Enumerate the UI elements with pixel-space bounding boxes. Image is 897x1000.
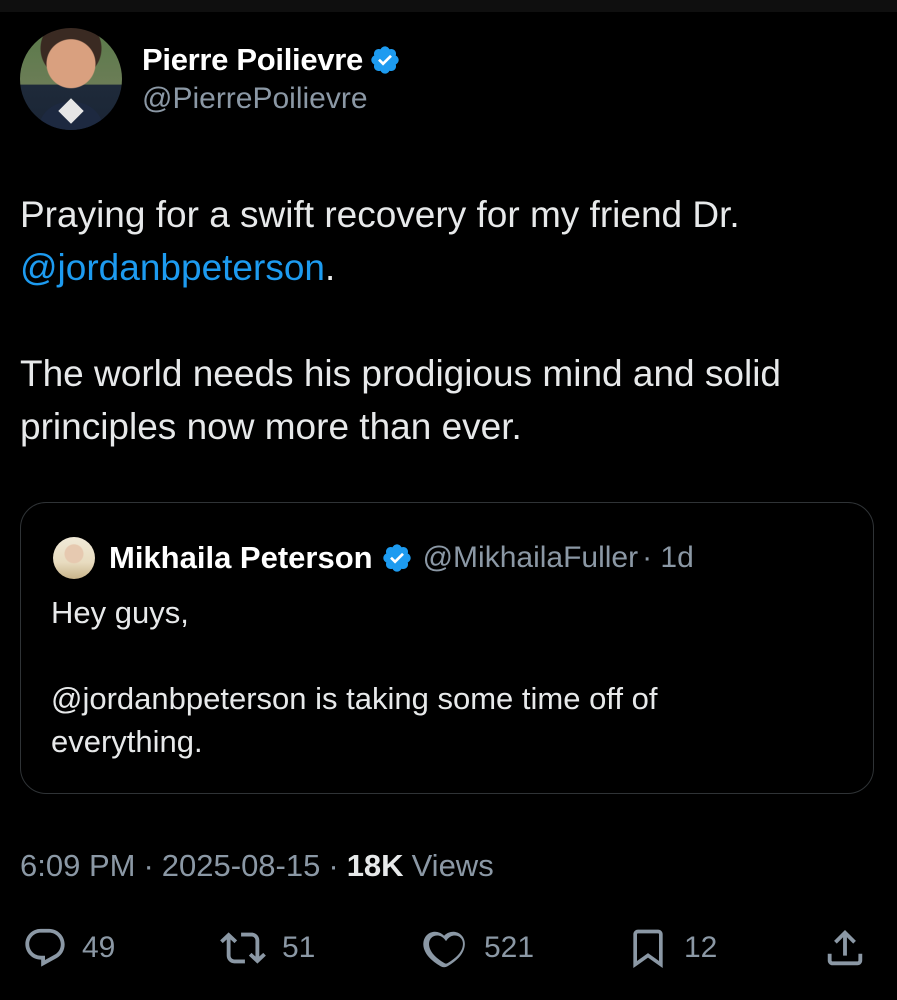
bookmark-button[interactable]: 12 <box>626 918 717 978</box>
quoted-author-name[interactable]: Mikhaila Peterson <box>109 540 373 576</box>
quoted-tweet-time: · 1d <box>642 541 694 574</box>
quoted-author-avatar[interactable] <box>53 537 95 579</box>
quoted-line: @jordanbpeterson is taking some time off… <box>51 681 658 716</box>
share-button[interactable] <box>822 918 868 978</box>
like-button[interactable]: 521 <box>422 918 534 978</box>
views-label: Views <box>411 848 494 883</box>
bookmark-icon <box>633 929 663 969</box>
reply-count: 49 <box>82 931 116 964</box>
tweet-line: @jordanbpeterson. <box>20 241 860 294</box>
tweet-text-p2-line1: The world needs his prodigious mind and … <box>20 353 781 394</box>
author-name-row: Pierre Poilievre <box>142 40 401 80</box>
author-handle[interactable]: @PierrePoilievre <box>142 82 401 116</box>
repost-icon <box>220 932 266 964</box>
bookmark-count: 12 <box>684 931 718 964</box>
tweet-date[interactable]: 2025-08-15 <box>162 848 321 884</box>
tweet-time[interactable]: 6:09 PM <box>20 848 135 884</box>
like-count: 521 <box>484 931 535 964</box>
heart-icon <box>423 931 465 968</box>
repost-count: 51 <box>282 931 316 964</box>
quoted-author-handle: @MikhailaFuller <box>422 541 639 574</box>
tweet-header: Pierre Poilievre @PierrePoilievre <box>20 28 401 130</box>
tweet-meta: 6:09 PM · 2025-08-15 · 18K Views <box>20 848 494 884</box>
quoted-tweet-body: Hey guys, @jordanbpeterson is taking som… <box>51 591 851 763</box>
mention-link[interactable]: @jordanbpeterson <box>20 247 325 288</box>
author-name[interactable]: Pierre Poilievre <box>142 42 363 78</box>
mention-suffix: . <box>324 247 336 288</box>
share-icon <box>827 929 863 966</box>
top-bar <box>0 0 897 12</box>
quoted-line: everything. <box>51 724 203 759</box>
separator-dot: · <box>328 848 339 883</box>
separator-dot: · <box>143 848 154 883</box>
verified-badge-icon[interactable] <box>369 44 401 76</box>
quoted-line: Hey guys, <box>51 595 189 630</box>
tweet-line: principles now more than ever. <box>20 400 860 453</box>
tweet-line: The world needs his prodigious mind and … <box>20 347 860 400</box>
tweet-text-p2-line2: principles now more than ever. <box>20 406 522 447</box>
author-avatar[interactable] <box>20 28 122 130</box>
repost-button[interactable]: 51 <box>218 918 315 978</box>
tweet-body: Praying for a swift recovery for my frie… <box>20 188 860 453</box>
author-names: Pierre Poilievre @PierrePoilievre <box>142 40 401 116</box>
quoted-tweet-header: Mikhaila Peterson @MikhailaFuller · 1d <box>53 533 694 583</box>
action-bar: 49 51 521 12 <box>20 918 870 978</box>
views-count: 18K <box>346 848 404 883</box>
verified-badge-icon <box>381 542 413 574</box>
reply-button[interactable]: 49 <box>22 918 115 978</box>
quoted-tweet[interactable]: Mikhaila Peterson @MikhailaFuller · 1d H… <box>20 502 874 794</box>
tweet-text-line1: Praying for a swift recovery for my frie… <box>20 194 740 235</box>
tweet-line: Praying for a swift recovery for my frie… <box>20 188 860 241</box>
reply-icon <box>25 928 65 967</box>
